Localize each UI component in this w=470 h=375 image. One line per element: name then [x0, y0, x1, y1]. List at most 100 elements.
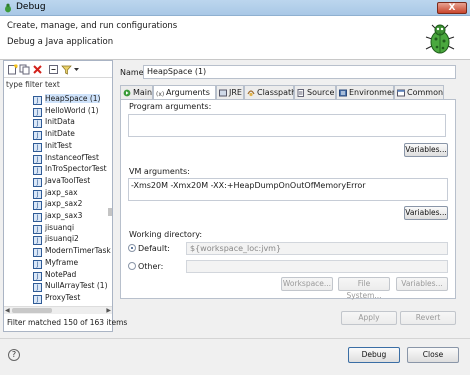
vm-variables-button[interactable]: Variables...	[404, 206, 448, 220]
config-tree-item[interactable]: J HeapSpace (1)	[33, 94, 101, 105]
tab-label: Main	[133, 88, 153, 97]
vm-arguments-label: VM arguments:	[129, 167, 190, 176]
java-application-icon: J	[33, 177, 42, 187]
tree-scroll-grip-icon[interactable]	[108, 207, 112, 217]
filter-text-input[interactable]: type filter text	[6, 80, 110, 92]
close-button[interactable]: Close	[407, 347, 459, 363]
program-variables-button[interactable]: Variables...	[404, 143, 448, 157]
java-application-icon: J	[33, 259, 42, 269]
java-application-icon: J	[33, 283, 42, 293]
dialog-header: Create, manage, and run configurations D…	[0, 16, 470, 60]
tab-common[interactable]: Common	[394, 85, 444, 99]
default-dir-label: Default:	[138, 244, 170, 253]
config-tree-item[interactable]: J JavaToolTest	[33, 176, 90, 187]
tab-classpath[interactable]: Classpath	[244, 85, 296, 99]
filter-status-text: Filter matched 150 of 163 items	[7, 318, 128, 327]
tab-arguments[interactable]: (x) Arguments	[153, 85, 216, 100]
default-dir-radio[interactable]	[128, 244, 136, 252]
classpath-tab-icon	[247, 90, 255, 97]
config-tree-item[interactable]: J NotePad	[33, 270, 76, 281]
config-tree-item[interactable]: J InTroSpectorTest	[33, 164, 107, 176]
collapse-all-icon[interactable]	[48, 64, 59, 75]
config-name-input[interactable]: HeapSpace (1)	[143, 65, 456, 79]
config-toolbar	[4, 61, 112, 78]
other-dir-input[interactable]	[186, 260, 448, 273]
program-arguments-label: Program arguments:	[129, 102, 212, 111]
java-application-icon: J	[33, 236, 42, 246]
config-tree-item[interactable]: J HelloWorld (1)	[33, 106, 99, 117]
tree-horizontal-scrollbar[interactable]: ◀ ▶	[4, 306, 112, 314]
config-tree-item-label: jaxp_sax	[45, 187, 78, 197]
config-tree-item-label: jaxp_sax2	[45, 199, 83, 209]
debug-bug-icon	[5, 3, 11, 13]
delete-config-icon[interactable]	[32, 64, 43, 75]
config-tree-item[interactable]: J InitTest	[33, 141, 72, 152]
config-tree-item[interactable]: Jjaxp_sax3	[33, 211, 82, 222]
vm-arguments-textarea[interactable]: -Xms20M -Xmx20M -XX:+HeapDumpOnOutOfMemo…	[128, 178, 448, 201]
java-application-icon: J	[33, 294, 42, 304]
workspace-button[interactable]: Workspace...	[281, 277, 333, 291]
config-tree-item-label: Myframe	[45, 257, 79, 267]
tab-label: Arguments	[166, 88, 210, 97]
config-tree-item-label: jaxp_sax3	[45, 211, 83, 220]
config-tree-item[interactable]: Jjaxp_sax	[33, 188, 78, 199]
java-application-icon: J	[33, 96, 42, 105]
java-application-icon: J	[33, 271, 42, 281]
config-tree-item-label: InitDate	[45, 129, 75, 139]
config-tree-item-label: jisuanqi2	[45, 234, 79, 244]
config-tree-item[interactable]: Jjisuanqi	[33, 223, 74, 234]
other-dir-radio[interactable]	[128, 262, 136, 270]
config-tree-item-label: NullArrayTest (1)	[45, 281, 108, 291]
launch-config-panel: type filter text J HeapSpace (1) J HelloWor…	[3, 60, 127, 332]
vm-arguments-value: -Xms20M -Xmx20M -XX:+HeapDumpOnOutOfMemo…	[131, 181, 366, 190]
scroll-right-icon[interactable]: ▶	[106, 307, 111, 314]
tab-environment[interactable]: Environment	[336, 85, 400, 99]
config-tree-item-label: InitData	[45, 117, 75, 127]
config-tree-item[interactable]: J InitData	[33, 117, 75, 129]
config-tree-item-label: HeapSpace (1)	[45, 94, 101, 103]
tab-main[interactable]: Main	[120, 85, 153, 99]
config-tree-item-label: JavaToolTest	[45, 175, 91, 185]
config-tree-item[interactable]: J NullArrayTest (1)	[33, 281, 108, 293]
file-system-button[interactable]: File System...	[338, 277, 390, 300]
program-arguments-textarea[interactable]	[128, 114, 446, 137]
config-tree-item-label: ModernTimerTask	[45, 246, 111, 256]
java-application-icon: J	[33, 107, 42, 117]
config-tree-item-label: InitTest	[45, 140, 72, 150]
config-tree-item[interactable]: J Myframe	[33, 258, 78, 269]
config-tree-item[interactable]: J ProxyTest	[33, 293, 80, 304]
scroll-left-icon[interactable]: ◀	[5, 307, 10, 314]
tab-label: Source	[307, 88, 335, 97]
default-dir-value: ${workspace_loc:jvm}	[186, 242, 448, 255]
working-dir-variables-button[interactable]: Variables...	[396, 277, 448, 291]
header-subtitle: Debug a Java application	[7, 37, 114, 47]
tab-jre[interactable]: JRE	[216, 85, 244, 99]
config-tree-item[interactable]: Jjaxp_sax2	[33, 199, 83, 211]
config-tree-item-label: InTroSpectorTest	[45, 164, 107, 174]
working-directory-label: Working directory:	[129, 230, 203, 239]
title-bar: Debug X	[0, 0, 470, 16]
config-tree-item[interactable]: J InitDate	[33, 129, 75, 141]
new-config-icon[interactable]	[7, 64, 18, 75]
duplicate-config-icon[interactable]	[19, 64, 30, 75]
window-close-button[interactable]: X	[437, 2, 467, 14]
java-application-icon: J	[33, 201, 42, 211]
config-tree-item[interactable]: J InstanceofTest	[33, 153, 99, 164]
java-application-icon: J	[33, 119, 42, 129]
help-icon[interactable]: ?	[8, 349, 20, 361]
main-tab-icon	[123, 89, 131, 97]
environment-tab-icon	[339, 89, 347, 97]
config-tree-item-label: HelloWorld (1)	[45, 105, 99, 115]
apply-button[interactable]: Apply	[341, 311, 397, 325]
filter-configs-icon[interactable]	[61, 64, 72, 75]
filter-menu-chevron-down-icon[interactable]	[73, 64, 80, 75]
revert-button[interactable]: Revert	[400, 311, 456, 325]
config-tree-item[interactable]: Jjisuanqi2	[33, 234, 79, 246]
tab-label: Common	[407, 88, 444, 97]
debug-button[interactable]: Debug	[348, 347, 400, 363]
config-tree-item[interactable]: J ModernTimerTask	[33, 246, 111, 258]
jre-tab-icon	[219, 89, 227, 97]
java-application-icon: J	[33, 142, 42, 152]
scrollbar-thumb[interactable]	[12, 308, 52, 313]
tab-source[interactable]: Source	[294, 85, 336, 99]
